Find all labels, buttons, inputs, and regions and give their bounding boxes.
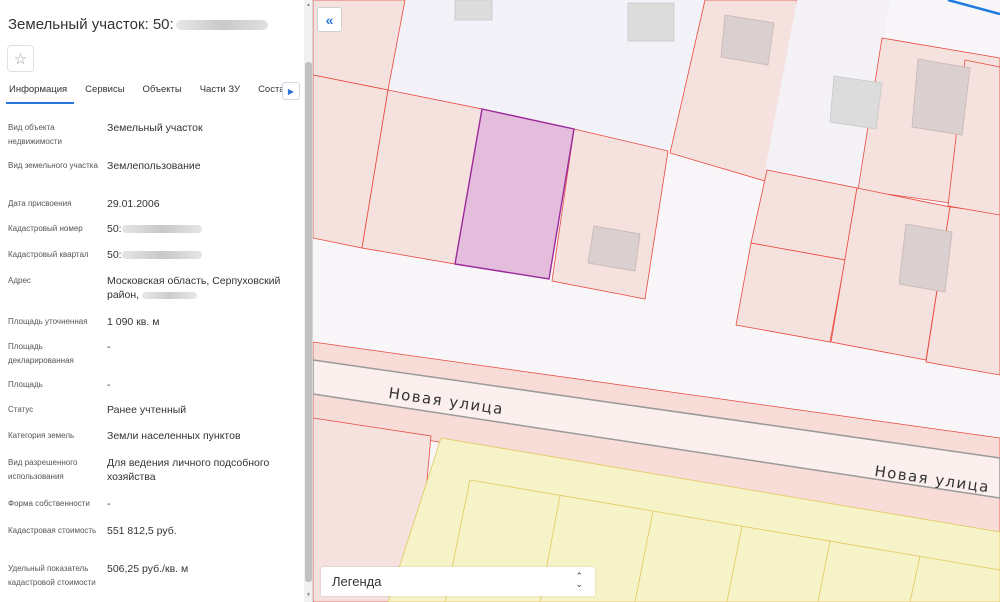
info-panel: Земельный участок: 50: ☆ Информация Серв… bbox=[0, 0, 313, 602]
tab-information[interactable]: Информация bbox=[0, 80, 76, 104]
tabs-next-button[interactable]: ▶ bbox=[282, 82, 300, 100]
collapse-panel-button[interactable]: « bbox=[317, 7, 342, 32]
scroll-up-arrow-icon[interactable]: ▲ bbox=[305, 2, 312, 8]
info-value: 29.01.2006 bbox=[107, 198, 160, 210]
parcel bbox=[735, 242, 846, 343]
tab-objects[interactable]: Объекты bbox=[134, 80, 191, 104]
info-value: 1 090 кв. м bbox=[107, 316, 160, 328]
info-key: Удельный показатель кадастровой стоимост… bbox=[8, 564, 96, 587]
info-value: - bbox=[107, 498, 111, 510]
info-value: Землепользование bbox=[107, 160, 201, 172]
chevron-right-icon: ▶ bbox=[287, 86, 295, 96]
info-value: Ранее учтенный bbox=[107, 404, 187, 416]
building bbox=[829, 75, 883, 130]
info-value: 551 812,5 руб. bbox=[107, 525, 177, 537]
double-chevron-left-icon: « bbox=[325, 11, 334, 28]
info-value: 506,25 руб./кв. м bbox=[107, 563, 189, 575]
building bbox=[587, 225, 641, 272]
info-key: Категория земель bbox=[8, 431, 75, 440]
redacted-value bbox=[142, 291, 198, 299]
info-key: Вид объекта недвижимости bbox=[8, 123, 62, 146]
info-key: Площадь bbox=[8, 380, 43, 389]
info-key: Форма собственности bbox=[8, 499, 90, 508]
cadastral-map[interactable] bbox=[313, 0, 1000, 602]
panel-title: Земельный участок: 50: bbox=[8, 16, 268, 33]
map-canvas[interactable] bbox=[313, 0, 1000, 602]
info-value: Земельный участок bbox=[107, 122, 203, 134]
legend-dropdown[interactable]: Легенда ⌃ ⌄ bbox=[321, 567, 595, 596]
info-key: Статус bbox=[8, 405, 34, 414]
info-value: - bbox=[107, 341, 111, 353]
legend-label: Легенда bbox=[332, 574, 382, 589]
building bbox=[911, 58, 971, 136]
building bbox=[720, 14, 775, 66]
info-key: Адрес bbox=[8, 276, 31, 285]
info-key: Площадь уточненная bbox=[8, 317, 88, 326]
info-key: Кадастровый номер bbox=[8, 224, 83, 233]
info-key: Кадастровый квартал bbox=[8, 250, 89, 259]
info-value: Для ведения личного подсобного хозяйства bbox=[107, 457, 270, 483]
panel-scrollbar[interactable]: ▲ ▼ bbox=[304, 0, 312, 602]
cadastral-quarter: 50: bbox=[107, 249, 122, 261]
building bbox=[627, 2, 675, 42]
panel-title-text: Земельный участок: 50: bbox=[8, 16, 174, 33]
star-icon: ☆ bbox=[13, 50, 28, 68]
info-key: Дата присвоения bbox=[8, 199, 72, 208]
info-key: Кадастровая стоимость bbox=[8, 526, 97, 535]
building bbox=[454, 0, 493, 21]
redacted-number bbox=[175, 20, 268, 31]
cadastral-number: 50: bbox=[107, 223, 122, 235]
info-value: - bbox=[107, 379, 111, 391]
info-value: 50: bbox=[107, 248, 297, 262]
info-value: 50: bbox=[107, 222, 297, 236]
info-key: Вид разрешенного использования bbox=[8, 458, 78, 481]
info-key: Площадь декларированная bbox=[8, 342, 74, 365]
scroll-thumb[interactable] bbox=[305, 62, 312, 582]
redacted-value bbox=[121, 225, 202, 234]
tab-bar: Информация Сервисы Объекты Части ЗУ Сост… bbox=[0, 80, 304, 104]
info-value: Московская область, Серпуховский район, bbox=[107, 274, 297, 302]
info-value: Земли населенных пунктов bbox=[107, 430, 241, 442]
up-down-chevron-icon: ⌃ ⌄ bbox=[575, 571, 583, 589]
redacted-value bbox=[121, 251, 202, 260]
tab-services[interactable]: Сервисы bbox=[76, 80, 133, 104]
scroll-down-arrow-icon[interactable]: ▼ bbox=[305, 592, 312, 598]
tab-parcel-parts[interactable]: Части ЗУ bbox=[191, 80, 249, 104]
favorite-button[interactable]: ☆ bbox=[7, 45, 34, 72]
building bbox=[898, 223, 953, 293]
info-key: Вид земельного участка bbox=[8, 161, 98, 170]
